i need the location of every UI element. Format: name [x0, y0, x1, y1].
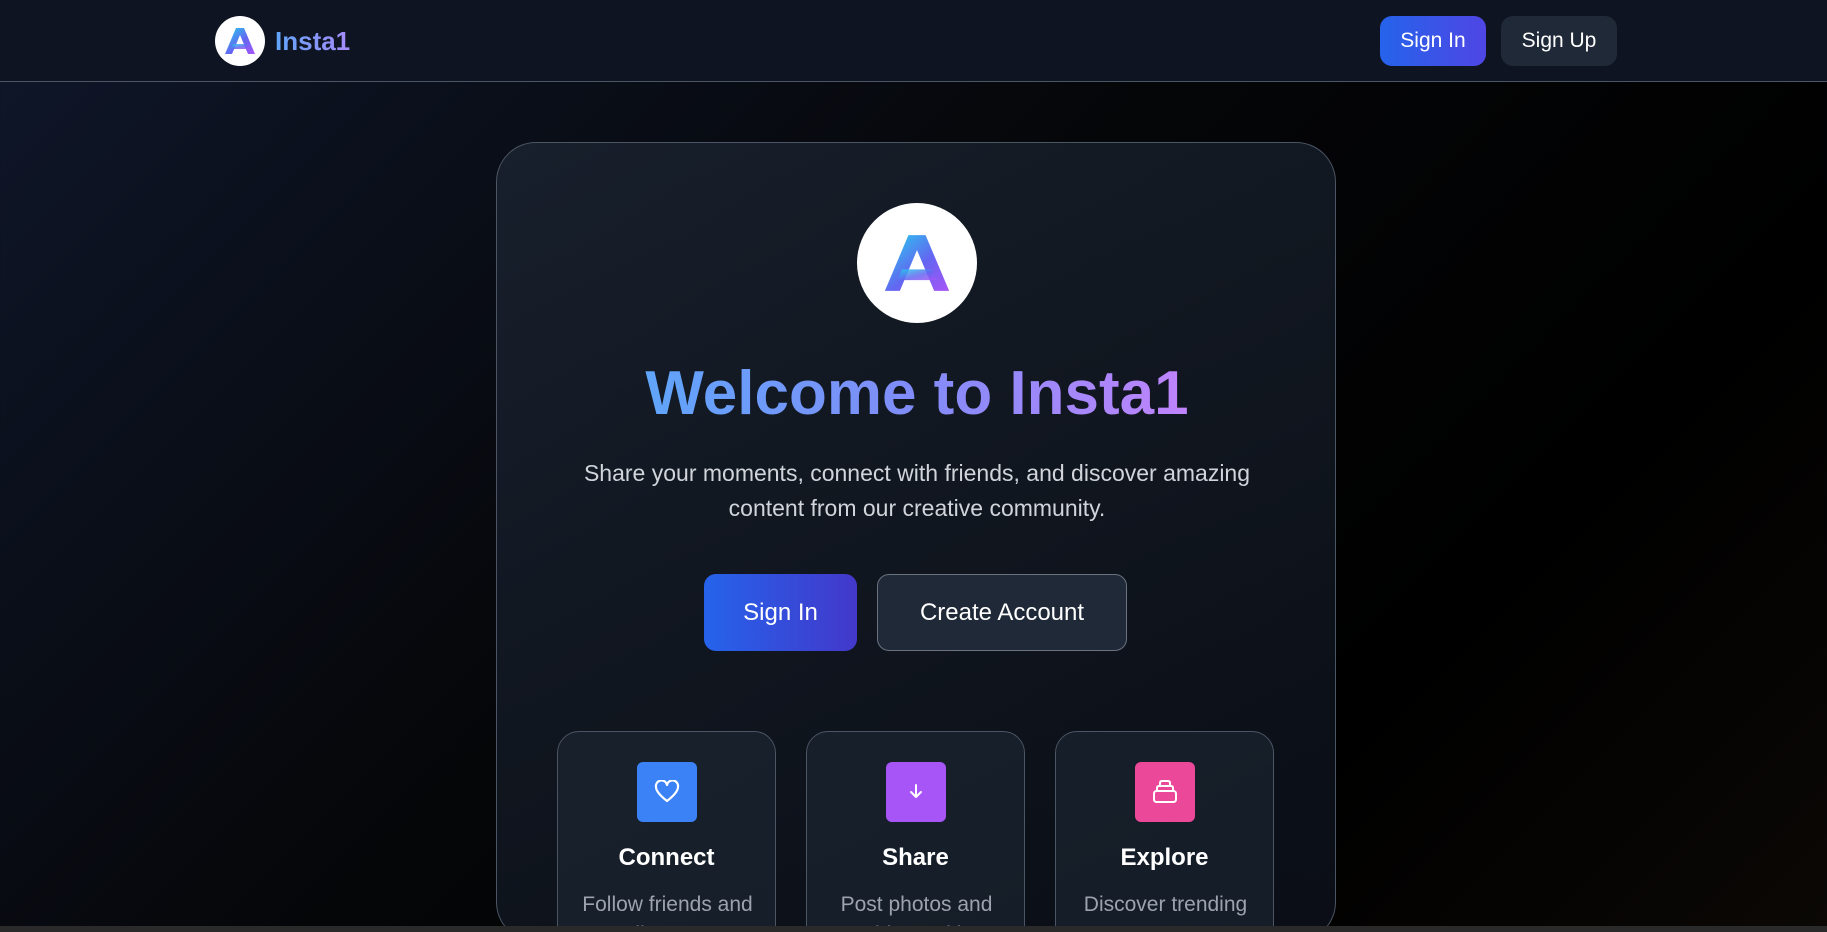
hero-logo-icon — [857, 203, 977, 323]
nav-sign-up-button[interactable]: Sign Up — [1501, 16, 1617, 66]
feature-card-share: Share Post photos and videos with — [806, 731, 1025, 932]
download-icon — [886, 762, 946, 822]
nav-sign-in-button[interactable]: Sign In — [1380, 16, 1486, 66]
brand-name: Insta1 — [275, 25, 351, 56]
welcome-card: Welcome to Insta1 Share your moments, co… — [496, 142, 1336, 932]
bottom-edge — [0, 926, 1827, 932]
create-account-button[interactable]: Create Account — [877, 574, 1127, 651]
logo-icon — [215, 16, 265, 66]
features-list: Connect Follow friends and discover Shar… — [557, 731, 1274, 932]
sign-in-button[interactable]: Sign In — [704, 574, 857, 651]
feature-card-explore: Explore Discover trending content — [1055, 731, 1274, 932]
feature-title: Explore — [1120, 844, 1209, 871]
stack-icon — [1135, 762, 1195, 822]
top-navbar: Insta1 Sign In Sign Up — [0, 0, 1827, 82]
heart-icon — [637, 762, 697, 822]
feature-title: Connect — [618, 844, 715, 871]
brand[interactable]: Insta1 — [215, 15, 350, 67]
cta-row: Sign In Create Account — [704, 574, 1127, 651]
feature-title: Share — [882, 844, 949, 871]
page-title: Welcome to Insta1 — [497, 358, 1337, 429]
nav-actions: Sign In Sign Up — [1380, 16, 1617, 66]
feature-card-connect: Connect Follow friends and discover — [557, 731, 776, 932]
hero-subtitle: Share your moments, connect with friends… — [583, 460, 1251, 521]
page-title-text: Welcome to Insta1 — [645, 359, 1189, 428]
